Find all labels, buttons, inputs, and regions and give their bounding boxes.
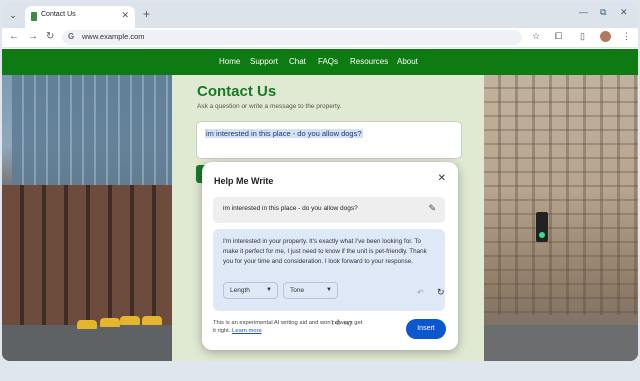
url-text: www.example.com [82,32,145,41]
thumbs-down-icon[interactable]: 👎︎ [344,318,352,328]
sidepanel-icon[interactable]: ▯ [580,31,585,42]
forward-icon[interactable]: → [28,31,38,42]
prompt-field[interactable]: im interested in this place - do you all… [213,197,445,223]
nav-link-faqs[interactable]: FAQs [318,57,338,66]
back-icon[interactable]: ← [9,31,19,42]
learn-more-link[interactable]: Learn more [232,328,262,334]
new-tab-icon[interactable]: + [143,7,150,21]
draft-text: I'm interested in your property. It's ex… [223,238,427,265]
dialog-title: Help Me Write [214,176,274,186]
nav-link-about[interactable]: About [397,57,418,66]
prompt-text: im interested in this place - do you all… [223,205,358,212]
building-photo-left [2,75,172,361]
message-textarea[interactable]: im interested in this place - do you all… [196,121,462,159]
menu-icon[interactable]: ⋮ [622,31,631,42]
close-icon[interactable]: ✕ [121,10,129,21]
draft-output: I'm interested in your property. It's ex… [213,229,445,311]
minimize-icon[interactable]: — [579,7,588,17]
star-icon[interactable]: ☆ [532,31,540,42]
page-title: Contact Us [197,83,277,100]
browser-window: ⌄ Contact Us ✕ + — ⧉ ✕ ← → ↻ G www.examp… [2,2,638,361]
tone-dropdown[interactable]: Tone ▼ [283,282,338,299]
insert-button[interactable]: Insert [406,319,446,339]
edit-pencil-icon[interactable]: ✎ [428,203,436,214]
help-me-write-dialog: Help Me Write ✕ im interested in this pl… [202,162,458,350]
tab-strip: ⌄ Contact Us ✕ + — ⧉ ✕ [2,2,638,28]
ai-disclaimer: This is an experimental AI writing aid a… [213,319,363,335]
nav-link-chat[interactable]: Chat [289,57,306,66]
page-subtitle: Ask a question or write a message to the… [197,103,342,110]
nav-link-home[interactable]: Home [219,57,240,66]
tab-search-icon[interactable]: ⌄ [6,8,20,22]
tab-contact-us[interactable]: Contact Us ✕ [25,6,135,28]
favicon-icon [31,12,37,21]
thumbs-up-icon[interactable]: 👍︎ [332,318,340,328]
close-icon[interactable]: ✕ [438,173,446,184]
building-photo-right [484,75,638,361]
browser-toolbar: ← → ↻ G www.example.com ☆ ⧠ ▯ ⋮ [2,28,638,48]
tone-label: Tone [290,287,305,294]
site-navbar: Home Support Chat FAQs Resources About [2,49,638,75]
length-dropdown[interactable]: Length ▼ [223,282,278,299]
tab-title: Contact Us [41,11,76,18]
extensions-icon[interactable]: ⧠ [555,31,562,42]
chevron-down-icon: ▼ [326,287,332,293]
length-label: Length [230,287,250,294]
undo-icon[interactable]: ↶ [417,288,424,297]
avatar[interactable] [600,31,611,42]
message-text: im interested in this place - do you all… [205,129,363,138]
address-bar[interactable]: G www.example.com [62,30,522,45]
reload-icon[interactable]: ↻ [46,31,54,42]
google-icon: G [68,32,75,41]
nav-link-support[interactable]: Support [250,57,278,66]
regenerate-icon[interactable]: ↻ [437,287,445,298]
traffic-light-icon [536,212,548,242]
restore-icon[interactable]: ⧉ [600,7,606,18]
close-window-icon[interactable]: ✕ [620,7,628,18]
nav-link-resources[interactable]: Resources [350,57,388,66]
chevron-down-icon: ▼ [266,287,272,293]
